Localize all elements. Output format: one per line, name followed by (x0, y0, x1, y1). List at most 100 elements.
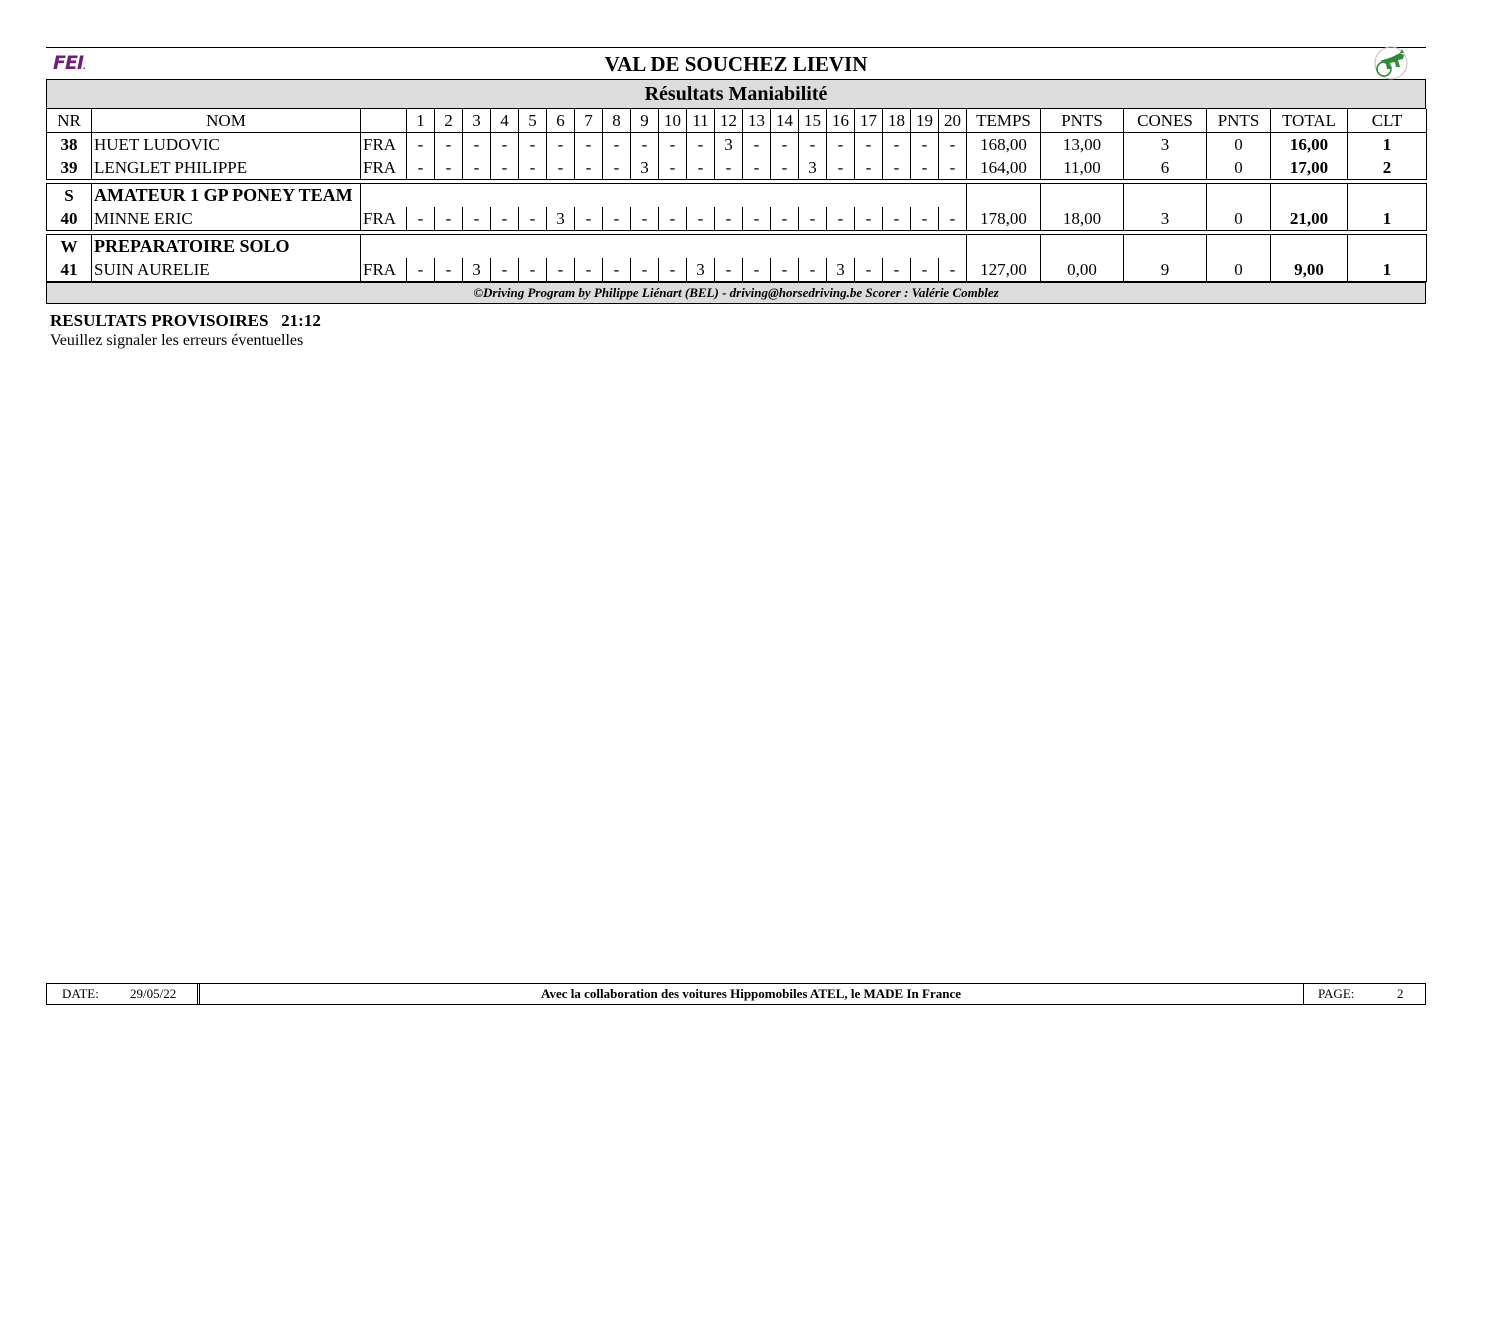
ranking: 1 (1347, 258, 1427, 282)
total-score: 16,00 (1270, 132, 1348, 156)
category-blank (1206, 183, 1271, 207)
obstacle-penalty: 3 (546, 207, 575, 231)
obstacle-penalty: - (574, 156, 603, 180)
obstacle-penalty: - (462, 207, 491, 231)
competitor-name: SUIN AURELIE (91, 258, 361, 282)
date-label: DATE: (62, 986, 99, 1001)
collaboration-text: Avec la collaboration des voitures Hippo… (541, 986, 961, 1001)
obstacle-penalty: - (574, 132, 603, 156)
obstacle-penalty: - (938, 207, 967, 231)
date-value: 29/05/22 (130, 986, 177, 1001)
obstacle-penalty: 3 (714, 132, 743, 156)
obstacle-penalty: - (770, 156, 799, 180)
col-nr: NR (46, 109, 92, 133)
obstacle-penalty: - (518, 207, 547, 231)
obstacle-penalty: 3 (462, 258, 491, 282)
obstacle-penalty: - (854, 132, 883, 156)
category-filler (360, 183, 967, 207)
col-obstacle: 6 (546, 109, 575, 133)
col-obstacle: 1 (406, 109, 435, 133)
competitor-number: 38 (46, 132, 92, 156)
obstacle-penalty: - (938, 258, 967, 282)
cones-count: 3 (1123, 132, 1207, 156)
competitor-nation: FRA (360, 156, 407, 180)
cone-points: 0 (1206, 156, 1271, 180)
results-subtitle: Résultats Maniabilité (46, 80, 1426, 109)
col-obstacle: 16 (826, 109, 855, 133)
col-obstacle: 13 (742, 109, 771, 133)
obstacle-penalty: - (630, 132, 659, 156)
category-blank (1123, 183, 1207, 207)
obstacle-penalty: - (546, 132, 575, 156)
obstacle-penalty: - (882, 132, 911, 156)
col-obstacle: 18 (882, 109, 911, 133)
obstacle-penalty: - (658, 132, 687, 156)
time-points: 0,00 (1040, 258, 1124, 282)
obstacle-penalty: - (518, 156, 547, 180)
obstacle-penalty: - (490, 132, 519, 156)
obstacle-penalty: - (854, 258, 883, 282)
competitor-name: HUET LUDOVIC (91, 132, 361, 156)
col-obstacle: 10 (658, 109, 687, 133)
obstacle-penalty: - (630, 258, 659, 282)
col-obstacle: 2 (434, 109, 463, 133)
obstacle-penalty: - (630, 207, 659, 231)
col-obstacle: 14 (770, 109, 799, 133)
obstacle-penalty: - (938, 132, 967, 156)
time-points: 13,00 (1040, 132, 1124, 156)
results-table: NR NOM 1 2 3 4 5 6 7 8 9 10 11 12 13 14 15 16 17 18 19 20 TEMP… (46, 109, 1427, 282)
competitor-number: 39 (46, 156, 92, 180)
obstacle-penalty: - (490, 207, 519, 231)
col-obstacle: 3 (462, 109, 491, 133)
col-cones: CONES (1123, 109, 1207, 133)
category-blank (966, 234, 1041, 258)
category-filler (360, 234, 967, 258)
obstacle-penalty: - (434, 156, 463, 180)
ranking: 2 (1347, 156, 1427, 180)
time-value: 164,00 (966, 156, 1041, 180)
cone-points: 0 (1206, 258, 1271, 282)
col-obstacle: 11 (686, 109, 715, 133)
ranking: 1 (1347, 207, 1427, 231)
competitor-nation: FRA (360, 258, 407, 282)
time-points: 18,00 (1040, 207, 1124, 231)
obstacle-penalty: 3 (630, 156, 659, 180)
competitor-number: 40 (46, 207, 92, 231)
cones-count: 9 (1123, 258, 1207, 282)
obstacle-penalty: - (546, 258, 575, 282)
obstacle-penalty: - (490, 156, 519, 180)
category-code: W (46, 234, 92, 258)
category-blank (1270, 234, 1348, 258)
col-obstacle: 17 (854, 109, 883, 133)
obstacle-penalty: - (826, 132, 855, 156)
competitor-name: MINNE ERIC (91, 207, 361, 231)
obstacle-penalty: - (406, 132, 435, 156)
category-blank (966, 183, 1041, 207)
time-value: 168,00 (966, 132, 1041, 156)
col-obstacle: 15 (798, 109, 827, 133)
time-value: 127,00 (966, 258, 1041, 282)
obstacle-penalty: - (658, 156, 687, 180)
obstacle-penalty: - (910, 156, 939, 180)
category-blank (1040, 234, 1124, 258)
col-clt: CLT (1347, 109, 1427, 133)
obstacle-penalty: - (546, 156, 575, 180)
category-blank (1123, 234, 1207, 258)
obstacle-penalty: - (574, 207, 603, 231)
category-blank (1040, 183, 1124, 207)
obstacle-penalty: - (714, 156, 743, 180)
obstacle-penalty: - (770, 207, 799, 231)
obstacle-penalty: - (602, 207, 631, 231)
col-nat (360, 109, 407, 133)
obstacle-penalty: - (686, 132, 715, 156)
header: FEI. VAL DE SOUCHEZ LIEVIN (46, 46, 1426, 80)
category-blank (1347, 234, 1427, 258)
obstacle-penalty: - (658, 207, 687, 231)
cones-count: 3 (1123, 207, 1207, 231)
col-obstacle: 12 (714, 109, 743, 133)
obstacle-penalty: - (462, 132, 491, 156)
competitor-name: LENGLET PHILIPPE (91, 156, 361, 180)
obstacle-penalty: - (798, 132, 827, 156)
category-blank (1347, 183, 1427, 207)
cone-points: 0 (1206, 207, 1271, 231)
